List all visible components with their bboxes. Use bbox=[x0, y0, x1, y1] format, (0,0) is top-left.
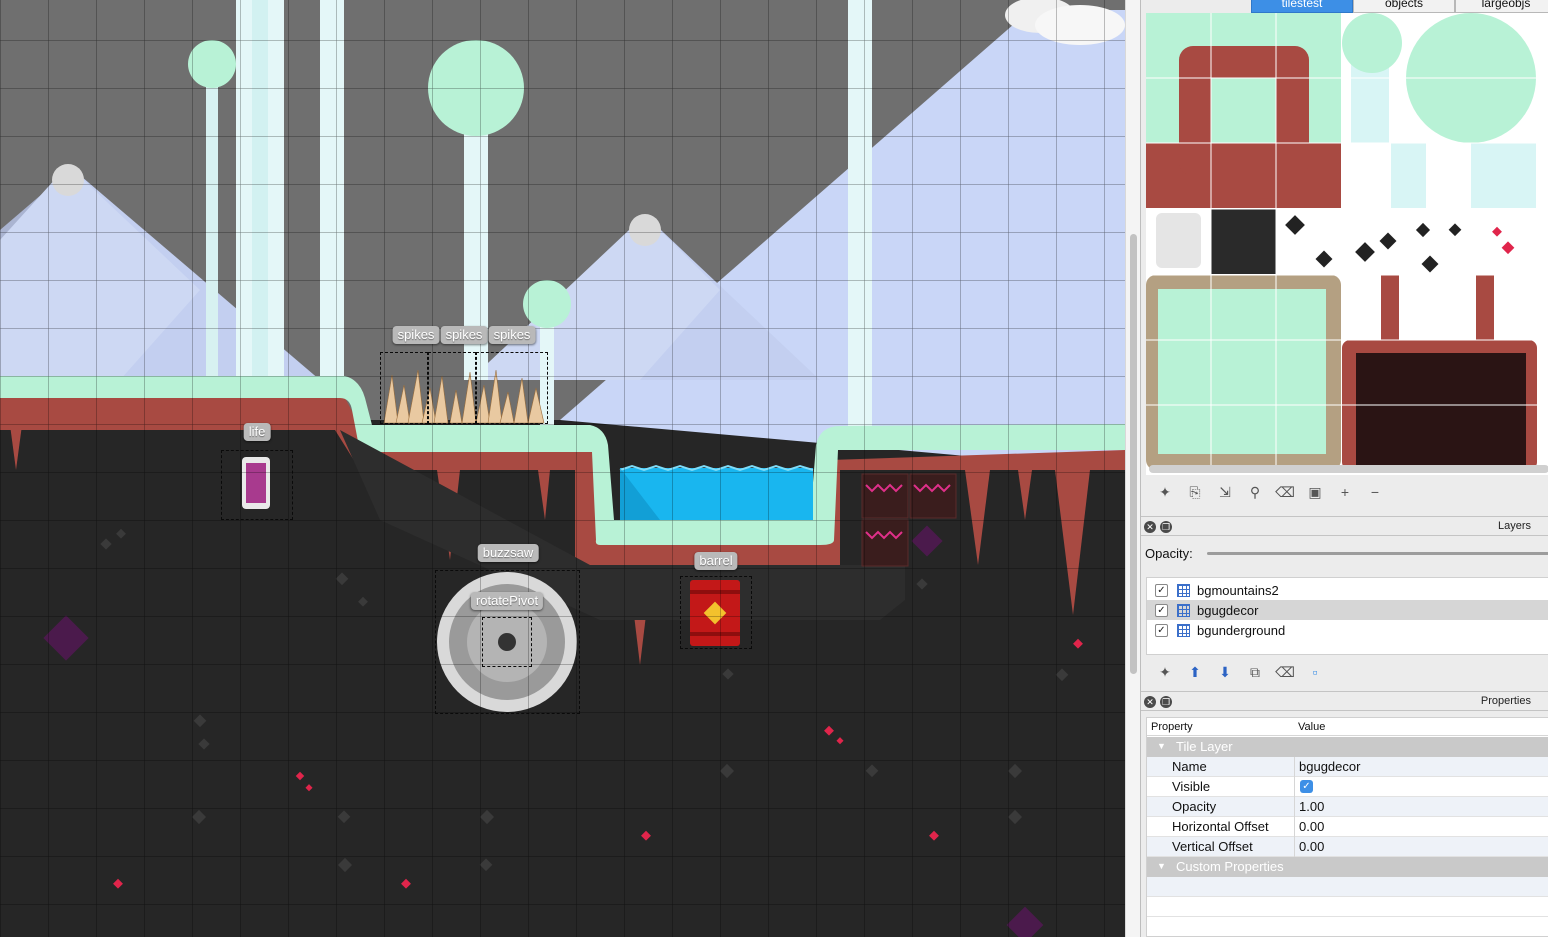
layer-name: bgunderground bbox=[1197, 622, 1286, 638]
property-row-name[interactable]: Name bgugdecor bbox=[1147, 757, 1548, 777]
lower-layer-icon[interactable]: ⬇ bbox=[1214, 661, 1236, 683]
import-tileset-icon[interactable]: ⎘ bbox=[1184, 481, 1206, 503]
object-label-buzzsaw: buzzsaw bbox=[477, 544, 539, 562]
object-label-spikes-2: spikes bbox=[440, 326, 488, 344]
group-custom-properties[interactable]: ▼ Custom Properties bbox=[1147, 857, 1548, 877]
tileset-toolbar: ✦ ⎘ ⇲ ⚲ ⌫ ▣ + − bbox=[1146, 477, 1386, 507]
close-icon[interactable]: ✕ bbox=[1144, 521, 1156, 533]
tab-tilestest[interactable]: tilestest bbox=[1251, 0, 1353, 13]
object-box-spikes-1[interactable] bbox=[380, 352, 428, 424]
tileset-tabs: tilestest objects largeobjs bbox=[1251, 0, 1548, 13]
layer-visibility-checkbox[interactable]: ✓ bbox=[1155, 623, 1168, 637]
property-value[interactable]: 0.00 bbox=[1299, 839, 1324, 854]
layers-panel-header: ✕ ❐ Layers bbox=[1141, 516, 1548, 536]
object-box-rotatepivot[interactable] bbox=[482, 617, 532, 667]
delete-layer-icon[interactable]: ⌫ bbox=[1274, 661, 1296, 683]
properties-panel-header: ✕ ❐ Properties bbox=[1141, 691, 1548, 711]
tileset-properties-icon[interactable]: ⚲ bbox=[1244, 481, 1266, 503]
group-tile-layer[interactable]: ▼ Tile Layer bbox=[1147, 737, 1548, 757]
property-key: Visible bbox=[1172, 779, 1211, 794]
properties-table: Property Value ▼ Tile Layer Name bgugdec… bbox=[1146, 717, 1548, 937]
group-label: Custom Properties bbox=[1176, 859, 1284, 874]
layer-name: bgugdecor bbox=[1197, 602, 1259, 618]
tileset-image bbox=[1146, 13, 1548, 470]
layers-toolbar: ✦ ⬆ ⬇ ⧉ ⌫ ▫ bbox=[1146, 657, 1326, 687]
delete-tileset-icon[interactable]: ⌫ bbox=[1274, 481, 1296, 503]
layer-name: bgmountains2 bbox=[1197, 582, 1279, 598]
layer-visibility-checkbox[interactable]: ✓ bbox=[1155, 603, 1168, 617]
close-icon[interactable]: ✕ bbox=[1144, 696, 1156, 708]
map-canvas[interactable]: spikes spikes spikes life buzzsaw rotate… bbox=[0, 0, 1125, 937]
collapse-triangle-icon[interactable]: ▼ bbox=[1157, 861, 1166, 871]
column-header-value: Value bbox=[1298, 721, 1326, 733]
opacity-slider[interactable] bbox=[1207, 552, 1548, 555]
property-row-opacity[interactable]: Opacity 1.00 bbox=[1147, 797, 1548, 817]
remove-tiles-icon[interactable]: − bbox=[1364, 481, 1386, 503]
property-value[interactable]: 0.00 bbox=[1299, 819, 1324, 834]
property-key: Name bbox=[1172, 759, 1207, 774]
layer-row-bgmountains2[interactable]: ✓ bgmountains2 bbox=[1147, 580, 1548, 600]
tileset-view[interactable] bbox=[1146, 13, 1548, 475]
layer-opacity-row: Opacity: bbox=[1145, 546, 1548, 562]
property-row-horizontal-offset[interactable]: Horizontal Offset 0.00 bbox=[1147, 817, 1548, 837]
side-panel: tilestest objects largeobjs ✦ ⎘ ⇲ ⚲ ⌫ ▣ … bbox=[1140, 0, 1548, 937]
properties-title: Properties bbox=[1480, 695, 1531, 707]
collapse-triangle-icon[interactable]: ▼ bbox=[1157, 741, 1166, 751]
add-tiles-icon[interactable]: + bbox=[1334, 481, 1356, 503]
property-value[interactable]: 1.00 bbox=[1299, 799, 1324, 814]
object-label-life: life bbox=[243, 423, 271, 441]
property-row-visible[interactable]: Visible ✓ bbox=[1147, 777, 1548, 797]
layer-row-bgunderground[interactable]: ✓ bgunderground bbox=[1147, 620, 1548, 640]
object-box-life[interactable] bbox=[221, 450, 293, 520]
new-tileset-icon[interactable]: ✦ bbox=[1154, 481, 1176, 503]
property-row-vertical-offset[interactable]: Vertical Offset 0.00 bbox=[1147, 837, 1548, 857]
layer-row-bgugdecor[interactable]: ✓ bgugdecor bbox=[1147, 600, 1548, 620]
layers-title: Layers bbox=[1497, 520, 1531, 532]
property-key: Vertical Offset bbox=[1172, 839, 1253, 854]
tileset-horizontal-scrollbar[interactable] bbox=[1149, 465, 1548, 473]
visible-checkbox[interactable]: ✓ bbox=[1300, 780, 1313, 793]
column-header-property: Property bbox=[1151, 721, 1193, 733]
object-label-barrel: barrel bbox=[694, 552, 738, 570]
tile-layer-icon bbox=[1177, 603, 1190, 617]
float-icon[interactable]: ❐ bbox=[1160, 521, 1172, 533]
empty-row bbox=[1147, 897, 1548, 917]
object-box-spikes-3[interactable] bbox=[476, 352, 548, 424]
property-value[interactable]: bgugdecor bbox=[1299, 759, 1360, 774]
new-layer-icon[interactable]: ✦ bbox=[1154, 661, 1176, 683]
level-scene bbox=[0, 0, 1125, 937]
edit-terrain-icon[interactable]: ▣ bbox=[1304, 481, 1326, 503]
map-vertical-scrollbar[interactable] bbox=[1125, 0, 1140, 937]
show-hide-layers-icon[interactable]: ▫ bbox=[1304, 661, 1326, 683]
float-icon[interactable]: ❐ bbox=[1160, 696, 1172, 708]
tile-layer-icon bbox=[1177, 583, 1190, 597]
object-box-barrel[interactable] bbox=[680, 576, 752, 649]
object-box-spikes-2[interactable] bbox=[428, 352, 476, 424]
properties-table-header: Property Value bbox=[1147, 718, 1548, 736]
layer-visibility-checkbox[interactable]: ✓ bbox=[1155, 583, 1168, 597]
group-label: Tile Layer bbox=[1176, 739, 1233, 754]
raise-layer-icon[interactable]: ⬆ bbox=[1184, 661, 1206, 683]
object-label-spikes-1: spikes bbox=[392, 326, 440, 344]
property-key: Opacity bbox=[1172, 799, 1217, 814]
scrollbar-thumb[interactable] bbox=[1130, 234, 1137, 674]
layers-list: ✓ bgmountains2 ✓ bgugdecor ✓ bgundergrou… bbox=[1146, 577, 1548, 655]
object-label-rotatepivot: rotatePivot bbox=[470, 592, 544, 610]
tile-layer-icon bbox=[1177, 623, 1190, 637]
opacity-label: Opacity: bbox=[1145, 546, 1193, 561]
object-label-spikes-3: spikes bbox=[488, 326, 536, 344]
tab-objects[interactable]: objects bbox=[1353, 0, 1455, 13]
export-tileset-icon[interactable]: ⇲ bbox=[1214, 481, 1236, 503]
duplicate-layer-icon[interactable]: ⧉ bbox=[1244, 661, 1266, 683]
tab-largeobjs[interactable]: largeobjs bbox=[1455, 0, 1548, 13]
property-key: Horizontal Offset bbox=[1172, 819, 1269, 834]
empty-row bbox=[1147, 877, 1548, 897]
